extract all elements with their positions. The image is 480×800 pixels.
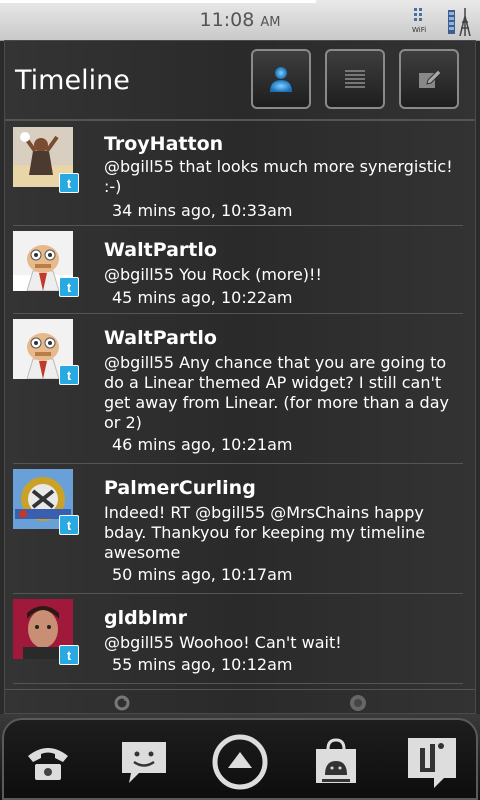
messaging-button[interactable]: [114, 732, 174, 792]
status-time: 11:08 AM: [199, 9, 281, 31]
tweet-time: 55 mins ago, 10:12am: [112, 655, 293, 674]
tweet-username[interactable]: gldblmr: [104, 607, 187, 629]
market-icon: [316, 738, 356, 783]
tweet-time: 46 mins ago, 10:21am: [112, 435, 293, 454]
tweet-username[interactable]: PalmerCurling: [104, 477, 256, 499]
tweet-username[interactable]: WaltPartlo: [104, 327, 217, 349]
svg-text:WiFi: WiFi: [412, 26, 426, 34]
status-top-line: [0, 0, 316, 3]
compose-icon: [419, 69, 442, 88]
tweet-text: @bgill55 Woohoo! Can't wait!: [104, 633, 342, 652]
refresh-icon[interactable]: [113, 694, 131, 712]
tweet-text: @bgill55 You Rock (more)!!: [104, 265, 322, 284]
app-button[interactable]: [402, 732, 462, 792]
tweet-item[interactable]: t gldblmr @bgill55 Woohoo! Can't wait! 5…: [13, 593, 463, 684]
twitter-badge-icon: t: [59, 173, 79, 193]
status-bar: 11:08 AM WiFi: [0, 0, 480, 41]
phone-icon: [28, 748, 68, 780]
launcher-icon: [212, 734, 268, 790]
tweet-item[interactable]: t PalmerCurling Indeed! RT @bgill55 @Mrs…: [13, 463, 463, 594]
tweet-time: 50 mins ago, 10:17am: [112, 565, 293, 584]
tweet-text: @bgill55 Any chance that you are going t…: [104, 353, 449, 432]
twitter-badge-icon: t: [59, 515, 79, 535]
person-icon: [270, 67, 292, 92]
tweet-text: Indeed! RT @bgill55 @MrsChains happy bda…: [104, 503, 426, 562]
tweet-username[interactable]: TroyHatton: [104, 133, 223, 155]
lists-button[interactable]: [325, 49, 385, 109]
profile-button[interactable]: [251, 49, 311, 109]
app-icon: [408, 738, 456, 788]
timeline-header: Timeline: [5, 41, 475, 121]
page-title: Timeline: [15, 65, 130, 96]
compose-button[interactable]: [399, 49, 459, 109]
dock-bar: [0, 714, 480, 800]
twitter-badge-icon: t: [59, 277, 79, 297]
app-drawer-button[interactable]: [210, 732, 270, 792]
timeline-footer: [5, 689, 475, 714]
tweet-item[interactable]: t WaltPartlo @bgill55 You Rock (more)!! …: [13, 225, 463, 314]
twitter-badge-icon: t: [59, 365, 79, 385]
tweet-text: @bgill55 that looks much more synergisti…: [104, 157, 453, 196]
list-icon: [345, 70, 365, 88]
signal-battery-icon: [448, 8, 471, 36]
messaging-icon: [122, 742, 166, 783]
tweet-item[interactable]: t WaltPartlo @bgill55 Any chance that yo…: [13, 313, 463, 464]
market-button[interactable]: [306, 732, 366, 792]
tweet-username[interactable]: WaltPartlo: [104, 239, 217, 261]
tweet-time: 34 mins ago, 10:33am: [112, 201, 293, 220]
tweet-item[interactable]: t TroyHatton @bgill55 that looks much mo…: [13, 121, 463, 226]
tweet-time: 45 mins ago, 10:22am: [112, 288, 293, 307]
timeline-panel: Timeline t TroyHatton @bgill55 that look…: [4, 40, 476, 714]
wifi-icon: WiFi: [412, 8, 426, 34]
twitter-badge-icon: t: [59, 645, 79, 665]
phone-button[interactable]: [18, 732, 78, 792]
loading-icon: [350, 695, 366, 711]
